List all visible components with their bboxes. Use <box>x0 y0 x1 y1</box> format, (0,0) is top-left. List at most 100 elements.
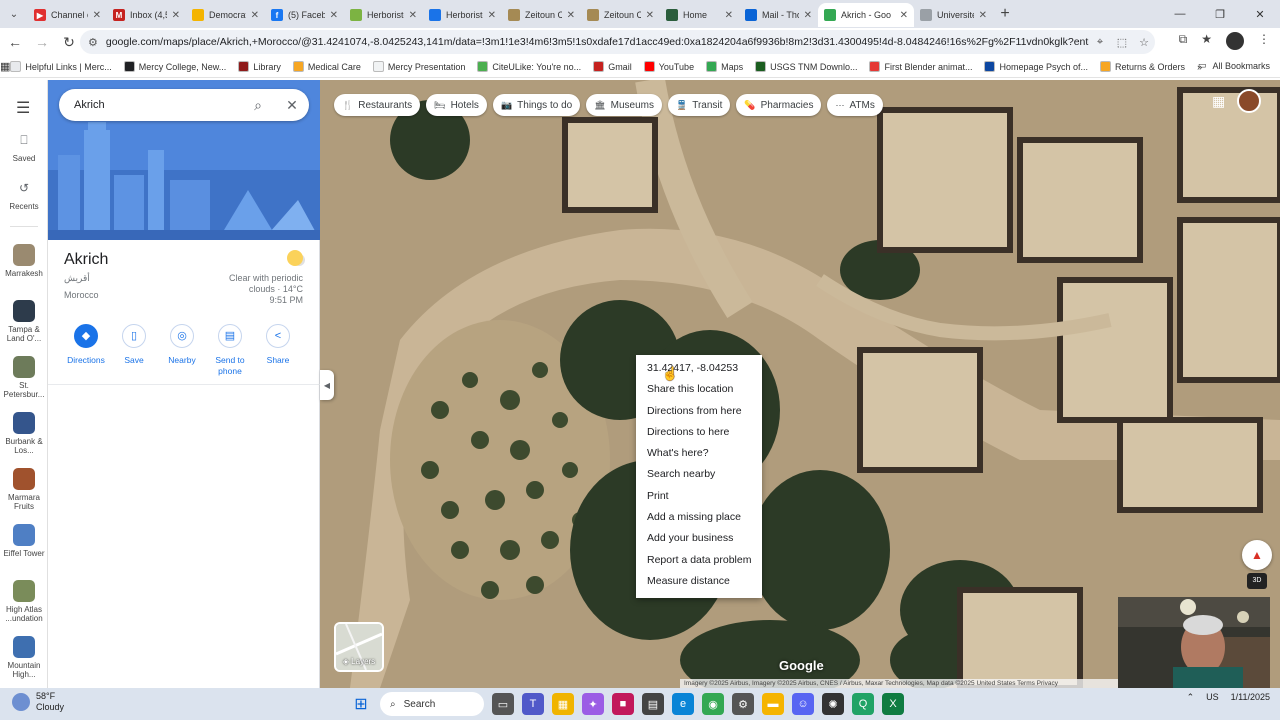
browser-menu-icon[interactable]: ⋮ <box>1258 32 1270 50</box>
context-menu-item[interactable]: Print <box>636 486 762 507</box>
copilot-icon[interactable]: ✦ <box>582 693 604 715</box>
store-icon[interactable]: ▦ <box>552 693 574 715</box>
browser-tab[interactable]: Zeitoun Cafe ✕ <box>581 3 660 27</box>
search-box[interactable]: Akrich ⌕ ✕ <box>59 89 309 121</box>
extensions-icon[interactable]: ⧉ <box>1179 32 1188 50</box>
calculator-icon[interactable]: ▤ <box>642 693 664 715</box>
recent-place[interactable]: Tampa & Land O'... <box>0 300 48 343</box>
context-menu-item[interactable]: Directions from here <box>636 401 762 422</box>
apps-grid-icon[interactable]: ▦ <box>0 60 10 73</box>
minimize-button[interactable]: — <box>1160 8 1200 20</box>
saved-button[interactable]: ⎕ Saved <box>0 130 48 164</box>
close-icon[interactable]: ✕ <box>275 97 309 114</box>
recent-place[interactable]: Eiffel Tower <box>0 524 48 558</box>
bookmark-item[interactable]: Maps <box>706 61 743 72</box>
browser-tab[interactable]: Herboristeri ✕ <box>344 3 423 27</box>
bookmark-item[interactable]: CiteULike: You're no... <box>477 61 581 72</box>
qgis-icon[interactable]: Q <box>852 693 874 715</box>
context-menu-item[interactable]: What's here? <box>636 443 762 464</box>
bookmark-item[interactable]: Medical Care <box>292 61 361 72</box>
browser-tab[interactable]: Université Ibn ✕ <box>914 3 993 27</box>
account-avatar[interactable] <box>1237 89 1261 113</box>
bookmark-star-icon[interactable]: ☆ <box>1133 36 1155 49</box>
discord-icon[interactable]: ☺ <box>792 693 814 715</box>
tab-close-icon[interactable]: ✕ <box>488 10 496 21</box>
bookmark-item[interactable]: Gmail <box>593 61 632 72</box>
map-attribution[interactable]: Imagery ©2025 Airbus, Imagery ©2025 Airb… <box>680 679 1120 688</box>
chip-museums[interactable]: 🏛 Museums <box>586 94 662 116</box>
3d-toggle-button[interactable]: 3D <box>1247 573 1267 589</box>
browser-tab[interactable]: M Inbox (4,553 ✕ <box>107 3 186 27</box>
context-menu-item[interactable]: Report a data problem <box>636 550 762 571</box>
tray-chevron-icon[interactable]: ⌃ <box>1187 692 1195 703</box>
browser-tab[interactable]: Democratizi ✕ <box>186 3 265 27</box>
back-button[interactable]: ← <box>3 34 27 50</box>
windows-start-icon[interactable]: ⊞ <box>350 693 372 715</box>
context-menu-item[interactable]: Share this location <box>636 379 762 400</box>
chip-restaurants[interactable]: 🍴 Restaurants <box>334 94 421 116</box>
browser-tab[interactable]: Akrich - Goo ✕ <box>818 3 914 27</box>
tab-close-icon[interactable]: ✕ <box>330 10 338 21</box>
recent-place[interactable]: High Atlas ...undation <box>0 580 48 623</box>
chip-hotels[interactable]: 🛏 Hotels <box>426 94 487 116</box>
tab-close-icon[interactable]: ✕ <box>804 10 812 21</box>
taskbar-search[interactable]: ⌕ Search <box>380 692 484 716</box>
location-icon[interactable]: ⌖ <box>1089 36 1111 49</box>
browser-tab[interactable]: Zeitoun Cafe ✕ <box>502 3 581 27</box>
browser-tab[interactable]: Mail - Thom ✕ <box>739 3 818 27</box>
tab-close-icon[interactable]: ✕ <box>646 10 654 21</box>
context-menu-item[interactable]: Measure distance <box>636 571 762 592</box>
file-explorer-icon[interactable]: ▬ <box>762 693 784 715</box>
new-tab-button[interactable]: + <box>993 5 1017 23</box>
tab-close-icon[interactable]: ✕ <box>409 10 417 21</box>
edge-icon[interactable]: e <box>672 693 694 715</box>
excel-icon[interactable]: X <box>882 693 904 715</box>
directions-button[interactable]: ◆ Directions <box>62 324 110 377</box>
chip-atms[interactable]: ··· ATMs <box>827 94 883 116</box>
task-view-icon[interactable]: ▭ <box>492 693 514 715</box>
recent-place[interactable]: Marmara Fruits <box>0 468 48 511</box>
search-icon[interactable]: ⌕ <box>241 97 275 114</box>
tab-close-icon[interactable]: ✕ <box>567 10 575 21</box>
reload-button[interactable]: ↻ <box>57 34 81 51</box>
hamburger-menu-icon[interactable]: ☰ <box>16 98 30 118</box>
coordinates-item[interactable]: 31.42417, -8.04253 <box>636 358 762 379</box>
recents-button[interactable]: ↺ Recents <box>0 178 48 212</box>
bookmark-item[interactable]: YouTube <box>643 61 694 72</box>
context-menu-item[interactable]: Search nearby <box>636 464 762 485</box>
context-menu-item[interactable]: Add your business <box>636 528 762 549</box>
all-bookmarks-button[interactable]: ▭ All Bookmarks <box>1198 60 1270 71</box>
chrome-icon[interactable]: ◉ <box>702 693 724 715</box>
browser-tab[interactable]: Herboristeri ✕ <box>423 3 502 27</box>
clock[interactable]: 1/11/2025 <box>1231 691 1270 703</box>
browser-tab[interactable]: f (5) Facebook ✕ <box>265 3 344 27</box>
tab-close-icon[interactable]: ✕ <box>251 10 259 21</box>
settings-gear-icon[interactable]: ⚙ <box>732 693 754 715</box>
profile-avatar[interactable] <box>1226 32 1244 50</box>
tab-close-icon[interactable]: ✕ <box>725 10 733 21</box>
bookmarks-icon[interactable]: ★ <box>1201 32 1212 50</box>
bookmark-item[interactable]: USGS TNM Downlo... <box>755 61 857 72</box>
compass-icon[interactable]: ▲ <box>1242 540 1272 570</box>
google-apps-icon[interactable]: ▦ <box>1212 93 1225 110</box>
locale-indicator[interactable]: US <box>1206 692 1219 702</box>
tab-search-button[interactable]: ⌄ <box>0 0 28 28</box>
tab-close-icon[interactable]: ✕ <box>900 10 908 21</box>
close-window-button[interactable]: ✕ <box>1240 8 1280 21</box>
chip-pharmacies[interactable]: 💊 Pharmacies <box>736 94 822 116</box>
bookmark-item[interactable]: Homepage Psych of... <box>984 61 1088 72</box>
tab-close-icon[interactable]: ✕ <box>93 10 101 21</box>
recent-place[interactable]: Mountain High... <box>0 636 48 679</box>
bookmark-item[interactable]: Library <box>238 61 281 72</box>
share-button[interactable]: < Share <box>254 324 302 377</box>
collapse-panel-button[interactable]: ◀ <box>320 370 334 400</box>
context-menu-item[interactable]: Add a missing place <box>636 507 762 528</box>
bookmark-item[interactable]: First Blender animat... <box>869 61 972 72</box>
bookmark-item[interactable]: Helpful Links | Merc... <box>10 61 112 72</box>
nearby-button[interactable]: ◎ Nearby <box>158 324 206 377</box>
context-menu-item[interactable]: Directions to here <box>636 422 762 443</box>
omnibox[interactable]: ⚙ google.com/maps/place/Akrich,+Morocco/… <box>80 30 1155 54</box>
send-to-phone-button[interactable]: ▤ Send to phone <box>206 324 254 377</box>
forward-button[interactable]: → <box>30 34 54 50</box>
bookmark-item[interactable]: Mercy Presentation <box>372 61 465 72</box>
